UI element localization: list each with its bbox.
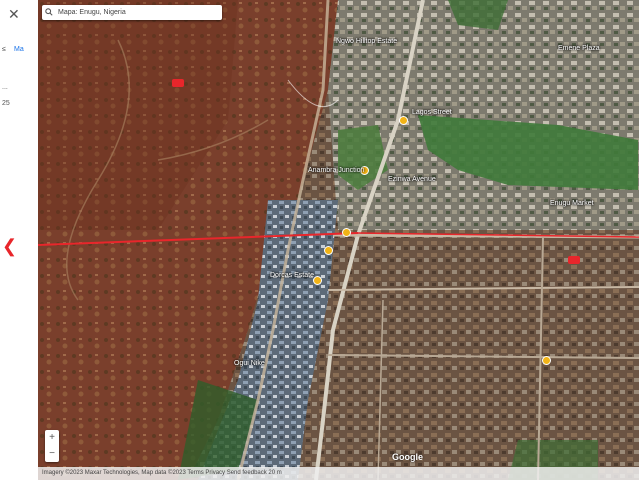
map-label[interactable]: Emene Plaza xyxy=(558,45,600,52)
zoom-in-button[interactable]: + xyxy=(45,430,59,446)
red-marker[interactable] xyxy=(568,256,580,264)
map-label[interactable]: Ngwo Hilltop Estate xyxy=(336,38,397,45)
satellite-imagery xyxy=(38,0,639,480)
arrow-left-icon: ❮ xyxy=(2,236,18,256)
close-icon[interactable]: ✕ xyxy=(8,6,20,23)
red-marker[interactable] xyxy=(172,79,184,87)
satellite-map[interactable]: Ngwo Hilltop Estate Emene Plaza Lagos St… xyxy=(38,0,639,480)
map-label[interactable]: Anambra Junction xyxy=(308,167,364,174)
side-panel-text: 25 xyxy=(2,100,10,107)
attribution-bar: Imagery ©2023 Maxar Technologies, Map da… xyxy=(38,467,639,480)
google-logo: Google xyxy=(392,452,423,462)
map-label[interactable]: Ezinwa Avenue xyxy=(388,176,436,183)
search-input[interactable]: Mapa: Enugu, Nigeria xyxy=(42,5,222,20)
search-value: Mapa: Enugu, Nigeria xyxy=(58,9,126,16)
place-pin[interactable] xyxy=(324,246,333,255)
side-panel-link[interactable]: Ma xyxy=(14,46,24,53)
place-pin[interactable] xyxy=(342,228,351,237)
map-label[interactable]: Lagos Street xyxy=(412,109,452,116)
place-pin[interactable] xyxy=(542,356,551,365)
map-label[interactable]: Enugu Market xyxy=(550,200,594,207)
zoom-controls: + − xyxy=(45,430,59,462)
side-panel-text: ... xyxy=(2,84,8,91)
map-label[interactable]: Ogui Nike xyxy=(234,360,265,367)
search-icon xyxy=(45,8,53,16)
zoom-out-button[interactable]: − xyxy=(45,446,59,462)
place-pin[interactable] xyxy=(313,276,322,285)
side-panel-text: ≤ xyxy=(2,46,6,53)
attribution-text[interactable]: Imagery ©2023 Maxar Technologies, Map da… xyxy=(42,470,282,476)
map-label[interactable]: Dorcas Estate xyxy=(270,272,314,279)
place-pin[interactable] xyxy=(399,116,408,125)
